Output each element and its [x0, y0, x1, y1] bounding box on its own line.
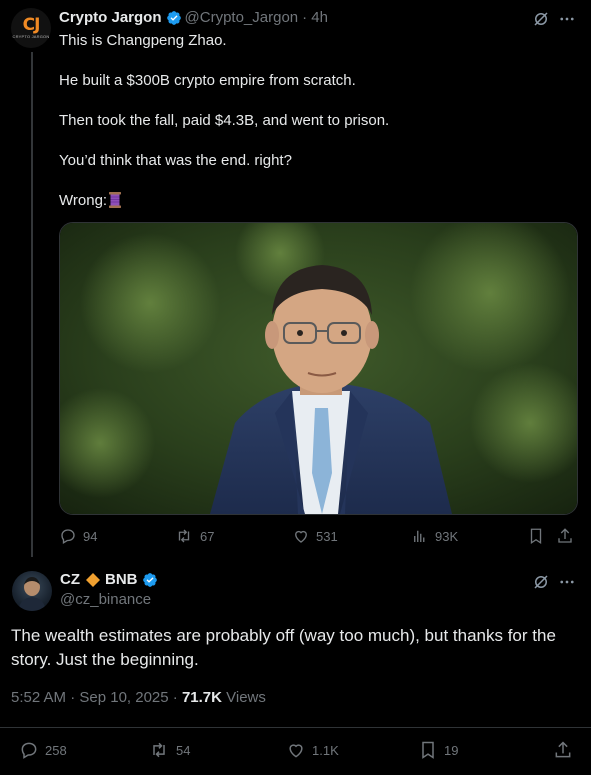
tweet-paragraph-last: Wrong: — [59, 191, 569, 211]
tweet-paragraph-text: Wrong: — [59, 192, 108, 209]
like-button[interactable]: 531 — [292, 527, 338, 545]
thread-connector-line — [31, 52, 33, 572]
quoted-tweet-actions: 94 67 531 93K — [59, 527, 576, 547]
views-button[interactable]: 93K — [411, 527, 458, 545]
reply-count: 94 — [83, 528, 98, 544]
meta-divider — [0, 727, 591, 728]
reply-count: 258 — [45, 742, 67, 758]
author-name[interactable]: Crypto Jargon — [59, 9, 162, 26]
cz-avatar[interactable] — [12, 571, 52, 611]
author-handle[interactable]: @cz_binance — [60, 591, 151, 608]
more-options-icon[interactable] — [557, 9, 577, 29]
crypto-jargon-avatar[interactable]: CJ CRYPTO JARGON — [11, 8, 51, 48]
bnb-diamond-icon — [86, 572, 100, 587]
verified-badge-icon — [166, 10, 181, 25]
repost-icon — [153, 742, 165, 758]
heart-icon — [295, 530, 307, 543]
reply-icon — [61, 529, 75, 544]
main-tweet-header: CZ BNB — [60, 571, 161, 588]
repost-count: 54 — [176, 742, 191, 758]
bookmark-count: 19 — [444, 742, 459, 758]
share-icon — [555, 741, 571, 758]
bookmark-icon — [422, 741, 434, 759]
more-options-icon[interactable] — [557, 572, 577, 592]
bookmark-button[interactable]: 19 — [418, 740, 458, 760]
tweet-timestamp[interactable]: 5:52 AM · Sep 10, 2025 · — [11, 689, 182, 706]
analytics-icon — [414, 530, 425, 542]
repost-icon — [178, 529, 190, 543]
avatar-logo-text: CJ — [22, 15, 41, 35]
reply-icon — [21, 742, 37, 759]
author-name-suffix[interactable]: BNB — [105, 571, 138, 588]
like-button[interactable]: 1.1K — [286, 740, 339, 760]
repost-button[interactable]: 67 — [174, 527, 214, 545]
heart-icon — [289, 744, 303, 758]
spool-of-thread-emoji-icon — [109, 192, 122, 208]
like-count: 531 — [316, 528, 338, 544]
verified-badge-icon — [142, 572, 157, 587]
views-number: 71.7K — [181, 689, 222, 706]
bookmark-button[interactable] — [527, 527, 551, 545]
share-icon — [558, 528, 572, 543]
tweet-paragraph: Then took the fall, paid $4.3B, and went… — [59, 112, 390, 129]
reply-button[interactable]: 94 — [59, 527, 97, 545]
bookmark-icon — [530, 528, 542, 545]
avatar-logo-subtext: CRYPTO JARGON — [12, 34, 50, 39]
photo-man-in-suit — [60, 223, 577, 514]
author-handle[interactable]: @Crypto_Jargon — [185, 9, 299, 26]
main-tweet-text: The wealth estimates are probably off (w… — [11, 626, 556, 669]
cz-avatar-image — [18, 577, 46, 611]
main-tweet-actions: 258 54 1.1K 19 — [0, 738, 591, 762]
share-button[interactable] — [556, 527, 580, 545]
share-button[interactable] — [553, 740, 579, 760]
grok-icon[interactable] — [531, 572, 551, 592]
tweet-paragraph: He built a $300B crypto empire from scra… — [59, 72, 356, 89]
tweet-photo[interactable] — [59, 222, 578, 515]
like-count: 1.1K — [312, 742, 339, 758]
grok-icon[interactable] — [531, 9, 551, 29]
main-tweet-handle-row: @cz_binance — [60, 591, 151, 608]
quoted-tweet-body: This is Changpeng Zhao. He built a $300B… — [59, 31, 569, 211]
reply-button[interactable]: 258 — [19, 740, 67, 760]
views-count: 93K — [435, 528, 459, 544]
repost-button[interactable]: 54 — [148, 740, 190, 760]
views-label: Views — [221, 689, 266, 706]
repost-count: 67 — [200, 528, 215, 544]
tweet-time[interactable]: · 4h — [302, 9, 328, 26]
tweet-paragraph: This is Changpeng Zhao. — [59, 32, 227, 49]
quoted-tweet-header: Crypto Jargon @Crypto_Jargon · 4h — [59, 9, 328, 26]
tweet-meta: 5:52 AM · Sep 10, 2025 · 71.7K Views — [11, 689, 266, 706]
author-name[interactable]: CZ — [60, 571, 80, 588]
tweet-paragraph: You’d think that was the end. right? — [59, 152, 292, 169]
